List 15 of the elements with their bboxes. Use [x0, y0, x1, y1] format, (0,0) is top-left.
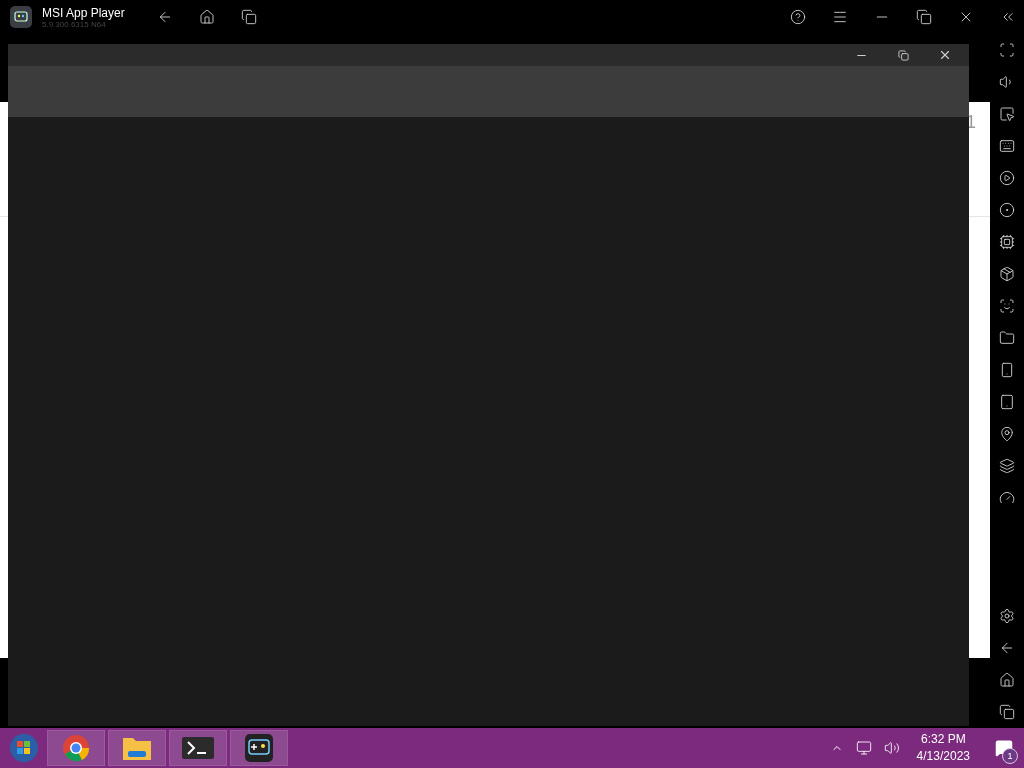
app-logo-icon: [10, 6, 32, 28]
restore-icon[interactable]: [897, 49, 909, 61]
browser-icon: [62, 734, 90, 762]
window-title: MSI App Player: [42, 5, 125, 20]
app-player-taskbar-button[interactable]: [230, 730, 288, 766]
terminal-taskbar-button[interactable]: [169, 730, 227, 766]
notification-count: 1: [1002, 748, 1018, 764]
folder-taskbar-button[interactable]: [108, 730, 166, 766]
browser-taskbar-button[interactable]: [47, 730, 105, 766]
close-icon[interactable]: [938, 48, 952, 62]
folder-icon: [122, 735, 152, 761]
clock[interactable]: 6:32 PM 4/13/2023: [908, 731, 978, 765]
notification-button[interactable]: 1: [984, 728, 1024, 768]
terminal-icon: [182, 737, 214, 759]
gamepad-app-icon: [245, 734, 273, 762]
